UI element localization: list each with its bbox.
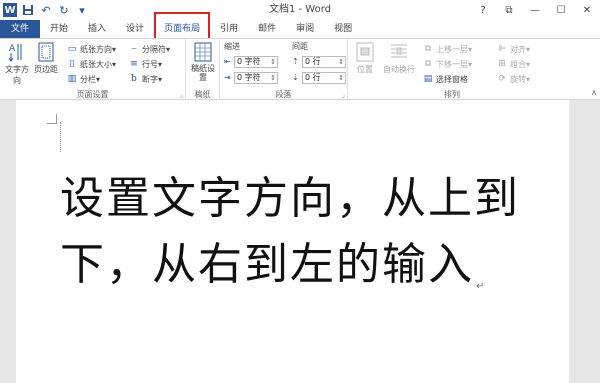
align-button[interactable]: ⊫ 对齐 ▾ xyxy=(496,42,530,56)
quick-access-toolbar: W ↶ ↻ ▾ xyxy=(0,0,92,20)
spacing-after-spinner[interactable]: ⇣ 0 行 xyxy=(292,71,346,84)
spacing-before-field[interactable]: 0 行 xyxy=(302,55,346,68)
document-page[interactable]: 设置文字方向，从上到 下，从右到左的输入 ↵ xyxy=(16,100,569,383)
spacing-before-spinner[interactable]: ⇡ 0 行 xyxy=(292,55,346,68)
spacing-label: 间距 xyxy=(292,42,308,51)
draft-settings-label: 稿纸设置 xyxy=(191,64,215,82)
tab-review[interactable]: 审阅 xyxy=(286,20,324,38)
group-label-page-setup: 页面设置 xyxy=(76,90,109,99)
group-paragraph: 缩进 间距 ⇤ 0 字符 ⇥ 0 字符 ⇡ 0 行 ⇣ 0 行 段落 ⌟ xyxy=(220,39,348,101)
vertical-scrollbar[interactable] xyxy=(586,100,600,383)
send-backward-icon: ⧉ xyxy=(424,59,432,69)
tab-mailings[interactable]: 邮件 xyxy=(248,20,286,38)
tab-insert[interactable]: 插入 xyxy=(78,20,116,38)
orientation-button[interactable]: ▭ 纸张方向 ▾ xyxy=(66,42,116,56)
group-objects-icon: ⊞ xyxy=(498,59,506,69)
position-label: 位置 xyxy=(357,65,373,74)
hyphenation-icon: ƀ xyxy=(131,74,137,84)
maximize-button[interactable]: ☐ xyxy=(548,0,574,20)
page-setup-launcher-icon[interactable]: ⌟ xyxy=(180,91,183,99)
spacing-after-field[interactable]: 0 行 xyxy=(302,71,346,84)
tab-home[interactable]: 开始 xyxy=(40,20,78,38)
bring-forward-icon: ⧉ xyxy=(424,44,432,54)
rotate-button[interactable]: ⟳ 旋转 ▾ xyxy=(496,72,530,86)
word-logo: W xyxy=(3,3,17,17)
close-button[interactable]: ✕ xyxy=(574,0,600,20)
tab-file[interactable]: 文件 xyxy=(0,20,41,38)
margin-corner-mark xyxy=(47,114,57,124)
indent-left-icon: ⇤ xyxy=(224,57,231,66)
bring-forward-button[interactable]: ⧉ 上移一层 ▾ xyxy=(422,42,472,56)
indent-left-spinner[interactable]: ⇤ 0 字符 xyxy=(224,55,278,68)
columns-button[interactable]: ▥ 分栏 ▾ xyxy=(66,72,100,86)
group-draft: 稿纸设置 稿纸 xyxy=(186,39,220,101)
indent-label: 缩进 xyxy=(224,42,240,51)
position-button[interactable]: 位置 xyxy=(350,41,380,75)
spacing-before-icon: ⇡ xyxy=(292,57,299,66)
title-bar: W ↶ ↻ ▾ 文档1 - Word ? ⧉ — ☐ ✕ xyxy=(0,0,600,20)
customize-qat-icon[interactable]: ▾ xyxy=(74,2,90,18)
redo-icon[interactable]: ↻ xyxy=(56,2,72,18)
orientation-icon: ▭ xyxy=(67,44,77,54)
wrap-text-button[interactable]: 自动换行 xyxy=(382,41,416,75)
paragraph-launcher-icon[interactable]: ⌟ xyxy=(342,91,345,99)
indent-left-field[interactable]: 0 字符 xyxy=(234,55,278,68)
collapse-ribbon-icon[interactable]: ∧ xyxy=(591,88,597,97)
ribbon: A 文字方向 页边距 ▭ 纸张方向 ▾ ▯ 纸张大小 ▾ ▥ 分栏 ▾ ⎯ 分隔符 ▾ … xyxy=(0,38,600,101)
text-direction-label: 文字方向 xyxy=(5,65,29,85)
tab-references[interactable]: 引用 xyxy=(210,20,248,38)
indent-right-spinner[interactable]: ⇥ 0 字符 xyxy=(224,71,278,84)
position-icon xyxy=(355,41,375,63)
breaks-button[interactable]: ⎯ 分隔符 ▾ xyxy=(128,42,170,56)
margins-icon xyxy=(36,41,56,63)
page-size-icon: ▯ xyxy=(69,59,75,69)
text-direction-icon: A xyxy=(7,41,27,63)
ribbon-tabs: 文件 开始 插入 设计 页面布局 引用 邮件 审阅 视图 xyxy=(0,12,600,38)
columns-icon: ▥ xyxy=(67,74,77,84)
rotate-icon: ⟳ xyxy=(498,74,506,84)
draft-settings-button[interactable]: 稿纸设置 xyxy=(188,41,218,82)
tab-page-layout[interactable]: 页面布局 xyxy=(154,12,211,38)
help-icon[interactable]: ? xyxy=(470,0,496,20)
document-area: 设置文字方向，从上到 下，从右到左的输入 ↵ xyxy=(0,100,600,383)
text-direction-button[interactable]: A 文字方向 xyxy=(2,41,32,86)
svg-text:A: A xyxy=(9,44,16,54)
undo-icon[interactable]: ↶ xyxy=(38,2,54,18)
group-arrange: 位置 自动换行 ⧉ 上移一层 ▾ ⧉ 下移一层 ▾ ▤ 选择窗格 ⊫ 对齐 ▾ ⊞ 组合 … xyxy=(348,39,556,101)
draft-paper-icon xyxy=(193,41,213,63)
save-icon[interactable] xyxy=(20,2,36,18)
margin-guide xyxy=(60,122,62,152)
indent-right-icon: ⇥ xyxy=(224,73,231,82)
minimize-button[interactable]: — xyxy=(522,0,548,20)
spacing-after-icon: ⇣ xyxy=(292,73,299,82)
send-backward-button[interactable]: ⧉ 下移一层 ▾ xyxy=(422,57,472,71)
tab-design[interactable]: 设计 xyxy=(116,20,154,38)
document-text-line[interactable]: 设置文字方向，从上到 xyxy=(60,162,520,226)
tab-view[interactable]: 视图 xyxy=(324,20,362,38)
wrap-text-label: 自动换行 xyxy=(383,65,415,74)
indent-right-field[interactable]: 0 字符 xyxy=(234,71,278,84)
group-label-paragraph: 段落 xyxy=(275,90,292,99)
align-icon: ⊫ xyxy=(498,44,506,54)
breaks-icon: ⎯ xyxy=(131,44,137,54)
ribbon-options-icon[interactable]: ⧉ xyxy=(496,0,522,20)
group-label-arrange: 排列 xyxy=(444,90,460,99)
window-controls: ? ⧉ — ☐ ✕ xyxy=(470,0,600,20)
selection-pane-icon: ▤ xyxy=(423,74,433,84)
paragraph-mark: ↵ xyxy=(476,281,487,292)
line-numbers-icon: ≡ xyxy=(130,59,138,69)
hyphenation-button[interactable]: ƀ 断字 ▾ xyxy=(128,72,162,86)
document-text-line[interactable]: 下，从右到左的输入 ↵ xyxy=(60,228,486,292)
margins-label: 页边距 xyxy=(34,65,58,74)
selection-pane-button[interactable]: ▤ 选择窗格 xyxy=(422,72,468,86)
wrap-text-icon xyxy=(389,41,409,63)
size-button[interactable]: ▯ 纸张大小 ▾ xyxy=(66,57,117,71)
group-label-draft: 稿纸 xyxy=(194,90,211,99)
group-objects-button[interactable]: ⊞ 组合 ▾ xyxy=(496,57,530,71)
line-numbers-button[interactable]: ≡ 行号 ▾ xyxy=(128,57,162,71)
group-page-setup: A 文字方向 页边距 ▭ 纸张方向 ▾ ▯ 纸张大小 ▾ ▥ 分栏 ▾ ⎯ 分隔符 ▾ … xyxy=(0,39,186,101)
margins-button[interactable]: 页边距 xyxy=(32,41,60,75)
